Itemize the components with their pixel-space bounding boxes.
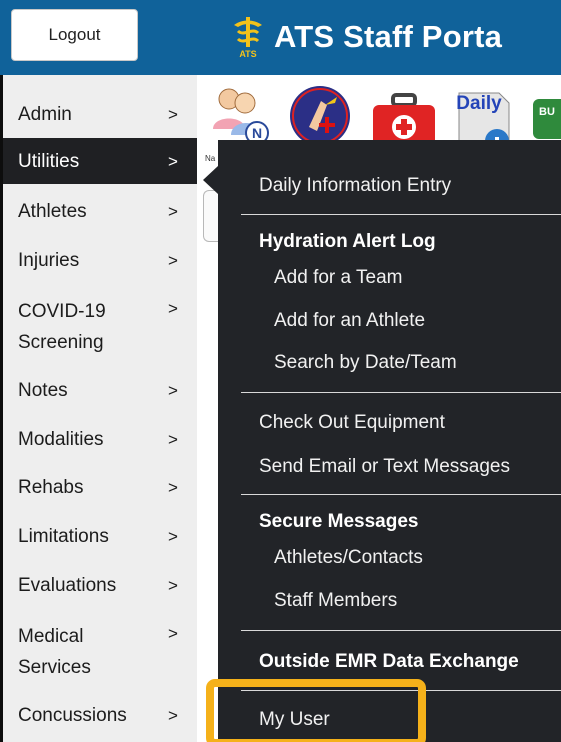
- chevron-right-icon: >: [168, 527, 178, 546]
- sidebar-item-label: Limitations: [18, 526, 109, 547]
- sidebar-item-modalities[interactable]: Modalities >: [3, 427, 197, 457]
- chevron-right-icon: >: [168, 430, 178, 449]
- sidebar-item-utilities[interactable]: Utilities >: [3, 138, 197, 184]
- chevron-right-icon: >: [168, 202, 178, 221]
- highlight-box: [206, 679, 426, 742]
- top-header: Logout ATS ATS Staff Porta: [0, 0, 561, 75]
- menu-item-daily-information-entry[interactable]: Daily Information Entry: [259, 175, 451, 197]
- sidebar-item-evaluations[interactable]: Evaluations >: [3, 573, 197, 603]
- chevron-right-icon: >: [168, 152, 178, 171]
- chevron-right-icon: >: [168, 624, 178, 643]
- users-icon[interactable]: N: [205, 81, 277, 147]
- sidebar-item-label: Athletes: [18, 201, 87, 222]
- chevron-right-icon: >: [168, 706, 178, 725]
- sidebar-item-label: Modalities: [18, 429, 104, 450]
- menu-item-check-out-equipment[interactable]: Check Out Equipment: [259, 412, 445, 434]
- sidebar-item-label: COVID-19 Screening: [18, 301, 106, 353]
- sidebar-item-label: Evaluations: [18, 575, 117, 596]
- sidebar-item-admin[interactable]: Admin >: [3, 102, 197, 132]
- menu-item-add-for-an-athlete[interactable]: Add for an Athlete: [274, 310, 425, 332]
- truncated-label: Na: [205, 154, 216, 163]
- logout-button[interactable]: Logout: [11, 9, 138, 61]
- logo-text: ATS: [239, 49, 256, 59]
- sidebar-item-label: Concussions: [18, 705, 127, 726]
- sidebar-item-athletes[interactable]: Athletes >: [3, 199, 197, 229]
- sidebar: Admin > Utilities > Athletes > Injuries …: [0, 75, 197, 742]
- sidebar-item-concussions[interactable]: Concussions >: [3, 703, 197, 733]
- menu-item-athletes-contacts[interactable]: Athletes/Contacts: [274, 547, 423, 569]
- sidebar-item-rehabs[interactable]: Rehabs >: [3, 475, 197, 505]
- menu-divider: [241, 494, 561, 495]
- dropdown-caret: [203, 166, 218, 194]
- sidebar-item-medical-services[interactable]: Medical Services >: [3, 621, 197, 681]
- chevron-right-icon: >: [168, 105, 178, 124]
- sidebar-item-label: Notes: [18, 380, 68, 401]
- sidebar-item-limitations[interactable]: Limitations >: [3, 524, 197, 554]
- menu-header-hydration-alert-log: Hydration Alert Log: [259, 231, 436, 252]
- app-title: ATS Staff Porta: [274, 19, 503, 54]
- bulletin-label: BU: [539, 106, 555, 118]
- caduceus-logo-icon: ATS: [234, 17, 262, 59]
- sidebar-item-label: Medical Services: [18, 626, 91, 678]
- sidebar-item-covid-19-screening[interactable]: COVID-19 Screening >: [3, 296, 197, 356]
- chevron-right-icon: >: [168, 251, 178, 270]
- menu-item-outside-emr-data-exchange[interactable]: Outside EMR Data Exchange: [259, 651, 519, 673]
- bulletin-icon[interactable]: BU: [531, 99, 561, 139]
- menu-item-add-for-a-team[interactable]: Add for a Team: [274, 267, 403, 289]
- sidebar-item-injuries[interactable]: Injuries >: [3, 248, 197, 278]
- menu-item-send-email-or-text-messages[interactable]: Send Email or Text Messages: [259, 456, 510, 478]
- chevron-right-icon: >: [168, 381, 178, 400]
- sidebar-item-label: Rehabs: [18, 477, 84, 498]
- daily-label: Daily: [456, 93, 502, 114]
- menu-item-staff-members[interactable]: Staff Members: [274, 590, 397, 612]
- chevron-right-icon: >: [168, 478, 178, 497]
- chevron-right-icon: >: [168, 576, 178, 595]
- menu-divider: [241, 392, 561, 393]
- sidebar-item-notes[interactable]: Notes >: [3, 378, 197, 408]
- menu-divider: [241, 214, 561, 215]
- chevron-right-icon: >: [168, 299, 178, 318]
- sidebar-item-label: Admin: [18, 104, 72, 125]
- sidebar-item-label: Utilities: [18, 151, 80, 172]
- menu-header-secure-messages: Secure Messages: [259, 511, 419, 532]
- menu-divider: [241, 630, 561, 631]
- menu-item-search-by-date-team[interactable]: Search by Date/Team: [274, 352, 457, 374]
- sidebar-item-label: Injuries: [18, 250, 80, 271]
- svg-text:N: N: [252, 125, 262, 141]
- brand: ATS ATS Staff Porta: [228, 15, 502, 59]
